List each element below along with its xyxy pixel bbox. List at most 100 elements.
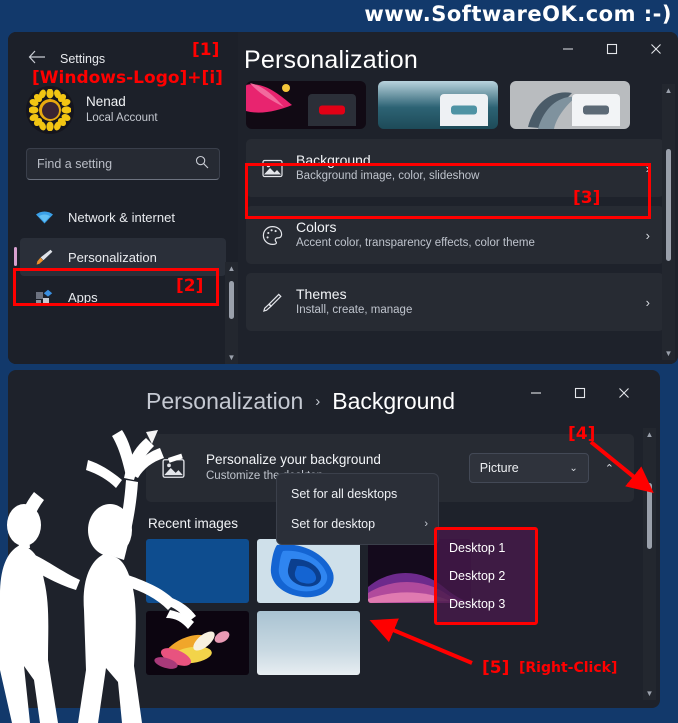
breadcrumb-current: Background <box>332 388 456 414</box>
background-window-controls <box>514 376 646 410</box>
thumb-dark-flower[interactable] <box>146 611 249 675</box>
theme-card-lightblue[interactable] <box>378 81 498 129</box>
annotation-step-1: [1] <box>192 40 220 60</box>
dropdown-value: Picture <box>479 461 519 475</box>
sunflower-center <box>41 101 59 119</box>
search-input[interactable]: Find a setting <box>26 148 220 180</box>
submenu-item-label: Desktop 3 <box>449 597 506 611</box>
scroll-down-arrow-icon[interactable]: ▼ <box>646 687 654 700</box>
context-menu-item-label: Set for desktop <box>291 517 376 531</box>
personalize-controls: Picture ⌄ ⌃ <box>468 453 620 483</box>
annotation-step-4: [4] <box>568 424 596 444</box>
image-icon <box>262 158 296 179</box>
sidebar-item-label: Apps <box>68 289 98 305</box>
sidebar-item-network[interactable]: Network & internet <box>20 198 226 236</box>
search-placeholder: Find a setting <box>37 157 113 171</box>
breadcrumb-parent[interactable]: Personalization <box>146 388 303 415</box>
scrollbar-thumb[interactable] <box>666 149 671 261</box>
theme-accent-bar <box>451 105 477 115</box>
settings-window-controls <box>546 32 678 66</box>
sidebar-scrollbar[interactable]: ▲ ▼ <box>225 262 238 364</box>
annotation-step-2: [2] <box>176 276 204 296</box>
submenu-item-desktop-2[interactable]: Desktop 2 <box>437 562 535 590</box>
theme-accent-bar <box>583 105 609 115</box>
annotation-step-5: [5] <box>482 658 510 678</box>
thumb-solid-blue[interactable] <box>146 539 249 603</box>
background-type-dropdown[interactable]: Picture ⌄ <box>468 453 589 483</box>
settings-card-subtitle: Accent color, transparency effects, colo… <box>296 237 535 250</box>
image-icon <box>162 457 206 480</box>
personalize-title: Personalize your background <box>206 452 381 468</box>
settings-card-text: Background Background image, color, slid… <box>296 151 646 185</box>
settings-card-text: Themes Install, create, manage <box>296 285 646 319</box>
annotation-right-click: [Right-Click] <box>519 660 618 676</box>
personalization-pane: Personalization Background Background im… <box>238 32 678 364</box>
wifi-icon <box>34 210 54 224</box>
scrollbar-thumb[interactable] <box>647 483 652 549</box>
theme-window-preview <box>440 94 488 126</box>
context-menu-item-set-for-desktop[interactable]: Set for desktop › <box>277 509 438 539</box>
sidebar-item-label: Network & internet <box>68 209 175 225</box>
apps-icon <box>34 289 54 305</box>
chevron-right-icon: › <box>645 294 650 310</box>
palette-icon <box>262 225 296 246</box>
context-menu-item-set-all-desktops[interactable]: Set for all desktops <box>277 479 438 509</box>
settings-card-colors[interactable]: Colors Accent color, transparency effect… <box>246 206 664 264</box>
thumb-win11-bloom-blue[interactable] <box>257 539 360 603</box>
close-button[interactable] <box>634 32 678 66</box>
sidebar-item-personalization[interactable]: Personalization <box>14 238 226 276</box>
close-button[interactable] <box>602 376 646 410</box>
settings-card-list: Background Background image, color, slid… <box>238 129 678 331</box>
settings-card-subtitle: Background image, color, slideshow <box>296 170 480 183</box>
brush-icon <box>262 292 296 313</box>
theme-previews <box>238 75 678 129</box>
annotation-step-3: [3] <box>573 188 601 208</box>
thumb-light-sky[interactable] <box>257 611 360 675</box>
submenu-item-desktop-3[interactable]: Desktop 3 <box>437 590 535 618</box>
sidebar-nav-list: Network & internet Personalization Apps <box>8 198 238 316</box>
background-scrollbar[interactable]: ▲ ▼ <box>643 428 656 700</box>
maximize-button[interactable] <box>590 32 634 66</box>
minimize-button[interactable] <box>546 32 590 66</box>
pane-scrollbar[interactable]: ▲ ▼ <box>662 84 675 360</box>
context-menu: Set for all desktops Set for desktop › <box>276 473 439 545</box>
maximize-button[interactable] <box>558 376 602 410</box>
minimize-button[interactable] <box>514 376 558 410</box>
settings-card-background[interactable]: Background Background image, color, slid… <box>246 139 664 197</box>
theme-window-preview <box>308 94 356 126</box>
chevron-down-icon: ⌄ <box>569 462 578 474</box>
scrollbar-thumb[interactable] <box>229 281 234 319</box>
scroll-up-arrow-icon[interactable]: ▲ <box>665 84 673 97</box>
context-menu-item-label: Set for all desktops <box>291 487 398 501</box>
settings-card-subtitle: Install, create, manage <box>296 304 413 317</box>
collapse-button[interactable]: ⌃ <box>599 462 620 475</box>
scrollbar-track[interactable] <box>662 97 675 347</box>
theme-card-gray[interactable] <box>510 81 630 129</box>
chevron-right-icon: › <box>645 227 650 243</box>
scroll-down-arrow-icon[interactable]: ▼ <box>665 347 673 360</box>
submenu-item-label: Desktop 2 <box>449 569 506 583</box>
recent-images-grid <box>146 539 634 675</box>
settings-card-themes[interactable]: Themes Install, create, manage › <box>246 273 664 331</box>
scroll-down-arrow-icon[interactable]: ▼ <box>228 351 236 364</box>
chevron-right-icon: › <box>424 518 428 530</box>
theme-window-preview <box>572 94 620 126</box>
theme-card-dark[interactable] <box>246 81 366 129</box>
account-text: Nenad Local Account <box>86 93 158 127</box>
scroll-up-arrow-icon[interactable]: ▲ <box>646 428 654 441</box>
breadcrumb-separator: › <box>315 393 321 410</box>
theme-accent-bar <box>319 105 345 115</box>
submenu-item-desktop-1[interactable]: Desktop 1 <box>437 534 535 562</box>
desktop-submenu: Desktop 1 Desktop 2 Desktop 3 <box>434 527 538 625</box>
settings-card-title: Background <box>296 152 371 169</box>
chevron-right-icon: › <box>645 160 650 176</box>
back-arrow-icon[interactable] <box>28 50 46 68</box>
scrollbar-track[interactable] <box>643 441 656 687</box>
settings-card-title: Themes <box>296 286 347 303</box>
account-type: Local Account <box>86 112 158 125</box>
search-icon <box>195 155 209 174</box>
scroll-up-arrow-icon[interactable]: ▲ <box>228 262 236 275</box>
settings-card-title: Colors <box>296 219 337 236</box>
settings-card-text: Colors Accent color, transparency effect… <box>296 218 646 252</box>
scrollbar-track[interactable] <box>225 275 238 351</box>
